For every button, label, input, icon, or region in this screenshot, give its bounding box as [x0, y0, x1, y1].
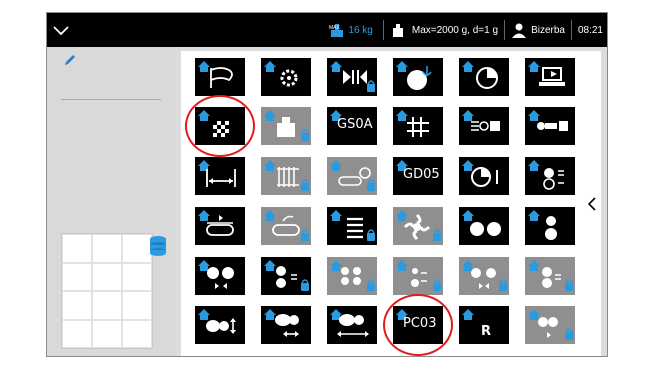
- left-panel: [47, 47, 175, 356]
- pencil-icon[interactable]: [63, 53, 77, 67]
- tile-width-adjust[interactable]: [195, 157, 245, 195]
- tile-conveyor-forward[interactable]: [195, 207, 245, 245]
- status-area: MAX 16 kg Max=2000 g, d=1 g Bizerba 08:2…: [328, 13, 607, 47]
- tile-gd05[interactable]: GD05: [393, 157, 443, 195]
- tile-flag[interactable]: [195, 58, 245, 96]
- max-weight-info: Max=2000 g, d=1 g: [411, 24, 499, 36]
- tile-anchor-ball[interactable]: [393, 58, 443, 96]
- tile-dot-stack[interactable]: [525, 207, 575, 245]
- converge-icon: [330, 61, 375, 92]
- clock: 08:21: [577, 24, 603, 36]
- anchor-ball-icon: [396, 61, 432, 90]
- tile-conveyor-turn[interactable]: [261, 207, 311, 245]
- dial-bar-icon: [462, 160, 498, 187]
- list-lines-icon: [330, 210, 375, 241]
- conveyor-gear-icon: [330, 160, 375, 191]
- chevron-down-icon[interactable]: [51, 20, 71, 40]
- tile-balls-step[interactable]: [525, 306, 575, 344]
- preview-grid: [61, 233, 153, 349]
- ball-height-icon: [198, 309, 236, 334]
- scale-icon: MAX: [329, 24, 344, 37]
- tile-two-balls[interactable]: [459, 207, 509, 245]
- cage-icon: [264, 160, 309, 191]
- database-icon[interactable]: [149, 235, 167, 257]
- tile-dial-bar[interactable]: [459, 157, 509, 195]
- ball-width-icon: [264, 309, 299, 337]
- scale-capacity: 16 kg: [348, 24, 373, 36]
- weight-icon: [264, 110, 309, 141]
- sensor-box-icon: [462, 110, 500, 131]
- grid-hash-icon: [396, 110, 429, 137]
- width-adjust-icon: [198, 160, 236, 187]
- svg-text:MAX: MAX: [329, 25, 341, 31]
- balls-converge-icon: [330, 260, 375, 291]
- tile-ball-step[interactable]: [393, 257, 443, 295]
- conveyor-forward-icon: [198, 210, 234, 236]
- tile-rod-box[interactable]: [525, 107, 575, 145]
- ball-adjust-icon: [264, 260, 309, 291]
- tile-conveyor-gear[interactable]: [327, 157, 377, 195]
- conveyor-turn-icon: [264, 210, 309, 241]
- user-name[interactable]: Bizerba: [531, 25, 565, 36]
- ball-converge-icon: [198, 260, 234, 289]
- tile-balls-pair[interactable]: [459, 257, 509, 295]
- tile-label: R: [481, 324, 492, 339]
- tile-cage[interactable]: [261, 157, 311, 195]
- hmi-screen: MAX 16 kg Max=2000 g, d=1 g Bizerba 08:2…: [46, 12, 608, 357]
- tile-ball-adjust-2[interactable]: [525, 257, 575, 295]
- tile-balls-converge[interactable]: [327, 257, 377, 295]
- weight-icon: [392, 24, 403, 37]
- two-balls-icon: [462, 210, 501, 236]
- ball-length-icon: [330, 309, 369, 337]
- pie-icon: [462, 61, 498, 89]
- function-tiles: GS0A GD05 PC03 R: [181, 51, 601, 356]
- highlight-ring: [383, 294, 453, 356]
- dot-stack-icon: [528, 210, 557, 240]
- gear-cycle-icon: [264, 61, 298, 87]
- name-field-underline[interactable]: [61, 99, 161, 100]
- tile-sensor-box[interactable]: [459, 107, 509, 145]
- tile-gear-cycle[interactable]: [261, 58, 311, 96]
- tile-weight[interactable]: [261, 107, 311, 145]
- fan-icon: [396, 210, 441, 241]
- tile-reset[interactable]: R: [459, 306, 509, 344]
- tile-fan[interactable]: [393, 207, 443, 245]
- chevron-left-icon[interactable]: [586, 196, 598, 212]
- tile-ball-width[interactable]: [261, 306, 311, 344]
- divider: [504, 20, 506, 40]
- divider: [570, 20, 572, 40]
- rod-box-icon: [528, 110, 568, 131]
- divider: [382, 20, 384, 40]
- tile-pie[interactable]: [459, 58, 509, 96]
- tile-label: GS0A: [337, 117, 373, 132]
- monitor-icon: [528, 61, 565, 86]
- tile-monitor[interactable]: [525, 58, 575, 96]
- tile-timer-dots[interactable]: [525, 157, 575, 195]
- user-icon[interactable]: [511, 22, 527, 38]
- tile-grid-hash[interactable]: [393, 107, 443, 145]
- tile-ball-converge[interactable]: [195, 257, 245, 295]
- ball-step-icon: [396, 260, 441, 291]
- tile-ball-height[interactable]: [195, 306, 245, 344]
- tile-list-lines[interactable]: [327, 207, 377, 245]
- flag-icon: [198, 61, 233, 88]
- balls-pair-icon: [462, 260, 507, 291]
- top-status-bar: MAX 16 kg Max=2000 g, d=1 g Bizerba 08:2…: [47, 13, 607, 47]
- tile-ball-adjust[interactable]: [261, 257, 311, 295]
- tile-ball-length[interactable]: [327, 306, 377, 344]
- tile-converge[interactable]: [327, 58, 377, 96]
- ball-adjust-2-icon: [528, 260, 573, 291]
- timer-dots-icon: [528, 160, 564, 190]
- highlight-ring: [185, 95, 255, 157]
- tile-label: GD05: [403, 167, 440, 182]
- tile-gs0a[interactable]: GS0A: [327, 107, 377, 145]
- balls-step-icon: [528, 309, 573, 340]
